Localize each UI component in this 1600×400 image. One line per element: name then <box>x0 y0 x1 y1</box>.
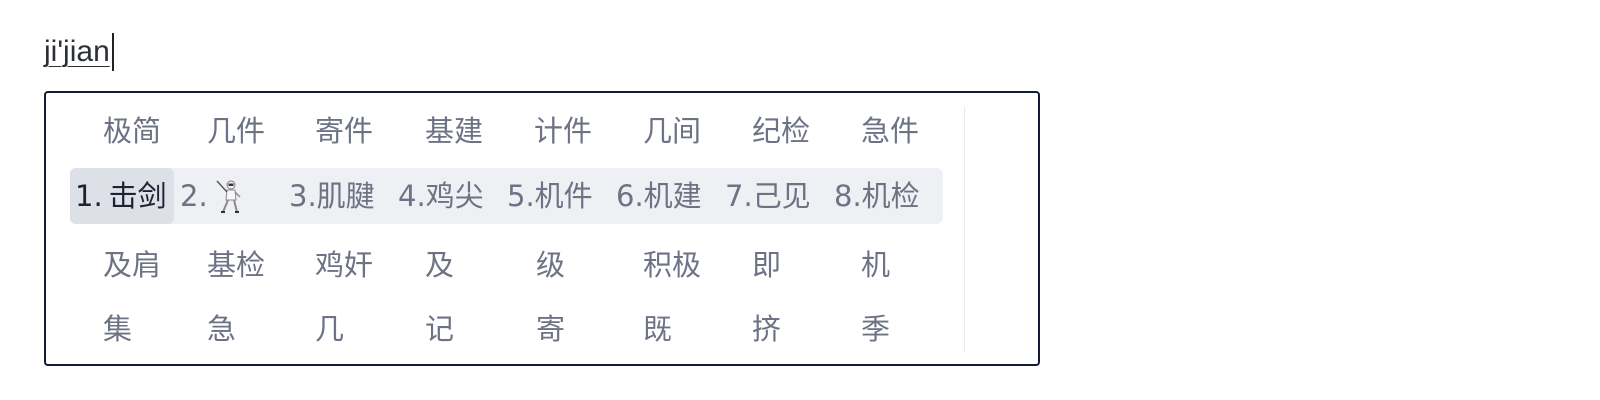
candidate-4[interactable]: 4.鸡尖 <box>398 168 484 224</box>
candidate-row-4: 集 急 几 记 寄 既 挤 季 <box>46 301 946 357</box>
candidate-index: 5. <box>507 179 535 213</box>
candidate-item[interactable]: 及肩 <box>103 237 161 293</box>
candidate-text: 己见 <box>752 179 811 213</box>
candidate-item[interactable]: 挤 <box>752 301 781 357</box>
candidate-item[interactable]: 极简 <box>103 103 161 159</box>
candidate-item[interactable]: 纪检 <box>752 103 810 159</box>
candidate-item[interactable]: 积极 <box>643 237 701 293</box>
candidate-text: 肌腱 <box>316 179 375 213</box>
candidate-row-active: 1. 击剑 2. 3.肌腱 4.鸡尖 5.机件 6.机建 7.己见 8.机检 <box>46 168 946 224</box>
candidate-1-selected[interactable]: 1. 击剑 <box>75 168 167 224</box>
candidate-index: 4. <box>398 179 426 213</box>
candidate-item[interactable]: 及 <box>425 237 454 293</box>
candidate-index: 6. <box>616 179 644 213</box>
candidate-index: 8. <box>834 179 862 213</box>
candidate-item[interactable]: 季 <box>861 301 890 357</box>
ime-candidate-panel: 极简 几件 寄件 基建 计件 几间 纪检 急件 1. 击剑 2. 3.肌腱 4.… <box>44 91 1040 366</box>
candidate-row-1: 极简 几件 寄件 基建 计件 几间 纪检 急件 <box>46 103 946 159</box>
candidate-item[interactable]: 计件 <box>534 103 592 159</box>
candidate-row-3: 及肩 基检 鸡奸 及 级 积极 即 机 <box>46 237 946 293</box>
candidate-2[interactable]: 2. <box>180 168 244 224</box>
candidate-3[interactable]: 3.肌腱 <box>289 168 375 224</box>
candidate-text: 鸡尖 <box>425 179 484 213</box>
candidate-item[interactable]: 急件 <box>861 103 919 159</box>
candidate-index: 3. <box>289 179 317 213</box>
panel-divider <box>964 107 965 352</box>
candidate-item[interactable]: 记 <box>425 301 454 357</box>
candidate-text: 机检 <box>861 179 920 213</box>
candidate-text: 击剑 <box>108 179 167 213</box>
candidate-item[interactable]: 既 <box>643 301 672 357</box>
fencing-emoji-icon <box>216 180 241 213</box>
candidate-6[interactable]: 6.机建 <box>616 168 702 224</box>
text-caret <box>111 33 114 71</box>
candidate-item[interactable]: 鸡奸 <box>315 237 373 293</box>
candidate-5[interactable]: 5.机件 <box>507 168 593 224</box>
candidate-item[interactable]: 基检 <box>207 237 265 293</box>
candidate-item[interactable]: 急 <box>207 301 236 357</box>
candidate-item[interactable]: 级 <box>536 237 565 293</box>
candidate-item[interactable]: 几间 <box>643 103 701 159</box>
candidate-item[interactable]: 几件 <box>207 103 265 159</box>
candidate-item[interactable]: 几 <box>315 301 344 357</box>
candidate-text: 机建 <box>643 179 702 213</box>
candidate-item[interactable]: 基建 <box>425 103 483 159</box>
candidate-item[interactable]: 寄件 <box>315 103 373 159</box>
candidate-index: 2. <box>180 179 208 213</box>
candidate-index: 1. <box>75 179 103 213</box>
candidate-item[interactable]: 即 <box>752 237 781 293</box>
candidate-item[interactable]: 集 <box>103 301 132 357</box>
candidate-text: 机件 <box>534 179 593 213</box>
candidate-7[interactable]: 7.己见 <box>725 168 811 224</box>
composition-text: ji'jian <box>44 35 110 68</box>
candidate-item[interactable]: 寄 <box>536 301 565 357</box>
candidate-item[interactable]: 机 <box>861 237 890 293</box>
candidate-8[interactable]: 8.机检 <box>834 168 920 224</box>
ime-composition: ji'jian <box>44 30 114 74</box>
candidate-index: 7. <box>725 179 753 213</box>
